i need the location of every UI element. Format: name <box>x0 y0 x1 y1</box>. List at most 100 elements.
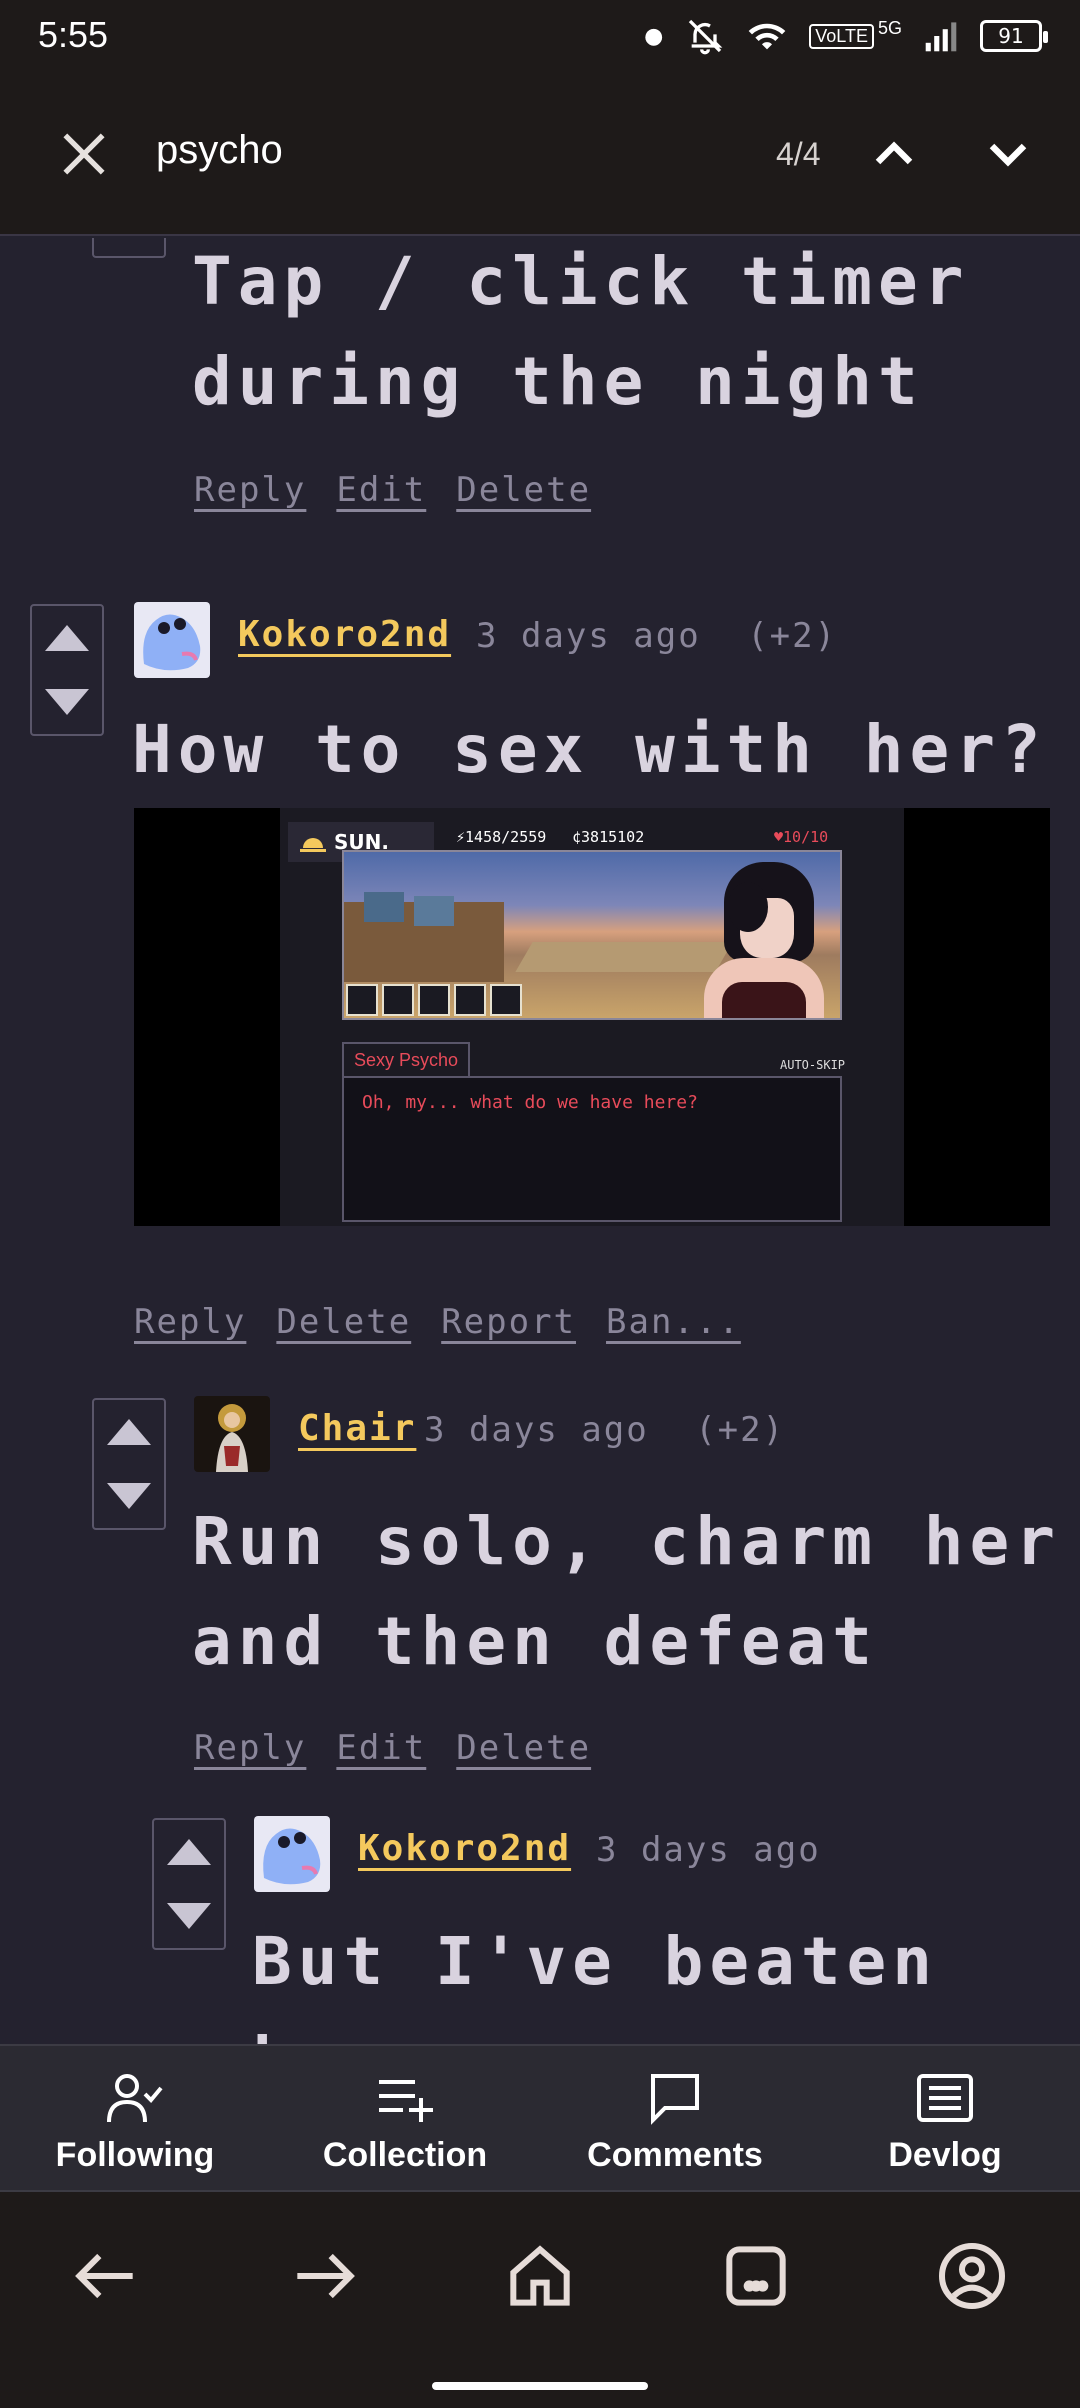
timestamp: 3 days ago <box>476 616 701 656</box>
network-label: 5G <box>877 17 902 38</box>
money-stat: ¢3815102 <box>572 828 645 846</box>
user-check-icon <box>107 2074 163 2123</box>
reply-link[interactable]: Reply <box>194 1728 306 1768</box>
username-link[interactable]: Chair <box>298 1408 416 1449</box>
bell-off-icon <box>689 19 723 55</box>
tab-devlog[interactable]: Devlog <box>810 2046 1080 2190</box>
report-link[interactable]: Report <box>441 1302 576 1342</box>
delete-link[interactable]: Delete <box>456 470 591 510</box>
timestamp: 3 days ago <box>596 1830 821 1870</box>
status-bar: 5:55 ● VoLTE 5G 91 <box>0 0 1080 72</box>
username-link[interactable]: Kokoro2nd <box>358 1828 571 1869</box>
comment-line: during the night <box>192 343 924 420</box>
vote-box <box>152 1818 226 1950</box>
back-arrow-icon[interactable] <box>66 2236 146 2316</box>
list-plus-icon <box>379 2080 433 2122</box>
score: (+2) <box>695 1410 786 1450</box>
clock: 5:55 <box>38 14 109 55</box>
comment-text: Tap / click timer during the night <box>192 238 970 432</box>
speaker-name: Sexy Psycho <box>354 1049 459 1070</box>
beach-scene <box>342 850 842 1020</box>
comments-feed: Tap / click timer during the night Reply… <box>0 238 1080 2044</box>
tab-collection[interactable]: Collection <box>270 2046 540 2190</box>
comment-meta: 3 days ago <box>596 1830 821 1870</box>
energy-stat: ⚡1458/2559 <box>456 828 547 846</box>
downvote-button[interactable] <box>94 1464 164 1528</box>
find-query-input[interactable]: psycho <box>156 128 283 173</box>
comment-text: Run solo, charm her and then defeat <box>192 1492 1061 1692</box>
find-in-page-bar: psycho 4/4 <box>0 72 1080 236</box>
upvote-button[interactable] <box>32 606 102 670</box>
comment-line: But I've beaten her <box>252 1923 939 2044</box>
comment-line: Tap / click timer <box>192 243 970 320</box>
figure-avatar-icon <box>216 1404 248 1472</box>
upvote-button[interactable] <box>94 1400 164 1464</box>
downvote-button[interactable] <box>32 670 102 734</box>
reply-link[interactable]: Reply <box>134 1302 246 1342</box>
vote-box <box>92 238 166 258</box>
home-icon[interactable] <box>500 2236 580 2316</box>
username-link[interactable]: Kokoro2nd <box>238 614 451 655</box>
avatar[interactable] <box>194 1396 270 1472</box>
timestamp: 3 days ago <box>424 1410 649 1450</box>
comment-actions: Reply Edit Delete <box>194 1728 591 1768</box>
gesture-home-bar[interactable] <box>432 2382 648 2390</box>
tab-following[interactable]: Following <box>0 2046 270 2190</box>
comment-image[interactable]: SUN. ⚡1458/2559 ¢3815102 ♥10/10 Sexy Psy… <box>134 808 1050 1226</box>
avatar[interactable] <box>134 602 210 678</box>
reply-link[interactable]: Reply <box>194 470 306 510</box>
inventory-slots <box>346 984 522 1016</box>
edit-link[interactable]: Edit <box>336 1728 426 1768</box>
speaker-tab: Sexy Psycho <box>342 1042 471 1076</box>
avatar[interactable] <box>254 1816 330 1892</box>
edit-link[interactable]: Edit <box>336 470 426 510</box>
bottom-tab-bar: Following Collection Comments Devlog <box>0 2044 1080 2190</box>
downvote-button[interactable] <box>94 238 164 258</box>
vote-box <box>30 604 104 736</box>
chevron-up-icon[interactable] <box>862 122 926 186</box>
comment-line: and then defeat <box>192 1603 879 1680</box>
tab-comments[interactable]: Comments <box>540 2046 810 2190</box>
comment-text: How to sex with her? <box>132 700 1047 800</box>
status-icons: ● VoLTE 5G 91 <box>644 14 1048 58</box>
sunrise-icon <box>300 838 326 852</box>
comment-meta: 3 days ago (+2) <box>424 1410 785 1450</box>
wifi-icon <box>748 23 786 50</box>
tab-label: Comments <box>587 2136 763 2174</box>
comment-actions: Reply Edit Delete <box>194 470 591 510</box>
comment-text: But I've beaten her <box>252 1912 1080 2044</box>
downvote-button[interactable] <box>154 1884 224 1948</box>
battery-icon: 91 <box>980 20 1048 52</box>
account-icon[interactable] <box>932 2236 1012 2316</box>
tab-label: Collection <box>322 2136 488 2174</box>
triangle-up-icon <box>107 1419 151 1445</box>
dot-icon: ● <box>644 23 664 49</box>
hearts-stat: ♥10/10 <box>774 828 829 846</box>
tab-label: Devlog <box>888 2136 1002 2174</box>
delete-link[interactable]: Delete <box>276 1302 411 1342</box>
match-count: 4/4 <box>776 136 821 172</box>
comment-line: Run solo, charm her <box>192 1503 1061 1580</box>
volte-badge: VoLTE <box>809 23 874 49</box>
dialogue-text: Oh, my... what do we have here? <box>362 1092 698 1113</box>
forward-arrow-icon[interactable] <box>284 2236 364 2316</box>
blob-avatar-icon <box>263 1828 321 1885</box>
comment-meta: 3 days ago (+2) <box>476 616 837 656</box>
triangle-down-icon <box>107 1483 151 1509</box>
triangle-up-icon <box>167 1839 211 1865</box>
chevron-down-icon[interactable] <box>976 122 1040 186</box>
signal-icon <box>925 22 957 52</box>
ban-link[interactable]: Ban... <box>606 1302 741 1342</box>
game-screen: SUN. ⚡1458/2559 ¢3815102 ♥10/10 Sexy Psy… <box>280 808 904 1226</box>
tabs-overview-icon[interactable] <box>716 2236 796 2316</box>
close-icon[interactable] <box>52 122 116 186</box>
battery-level: 91 <box>998 24 1024 48</box>
comment-actions: Reply Delete Report Ban... <box>134 1302 741 1342</box>
triangle-down-icon <box>45 689 89 715</box>
dialogue-box: Oh, my... what do we have here? <box>342 1076 842 1222</box>
upvote-button[interactable] <box>154 1820 224 1884</box>
score: (+2) <box>747 616 838 656</box>
browser-toolbar <box>0 2190 1080 2408</box>
delete-link[interactable]: Delete <box>456 1728 591 1768</box>
newspaper-icon <box>917 2074 973 2122</box>
